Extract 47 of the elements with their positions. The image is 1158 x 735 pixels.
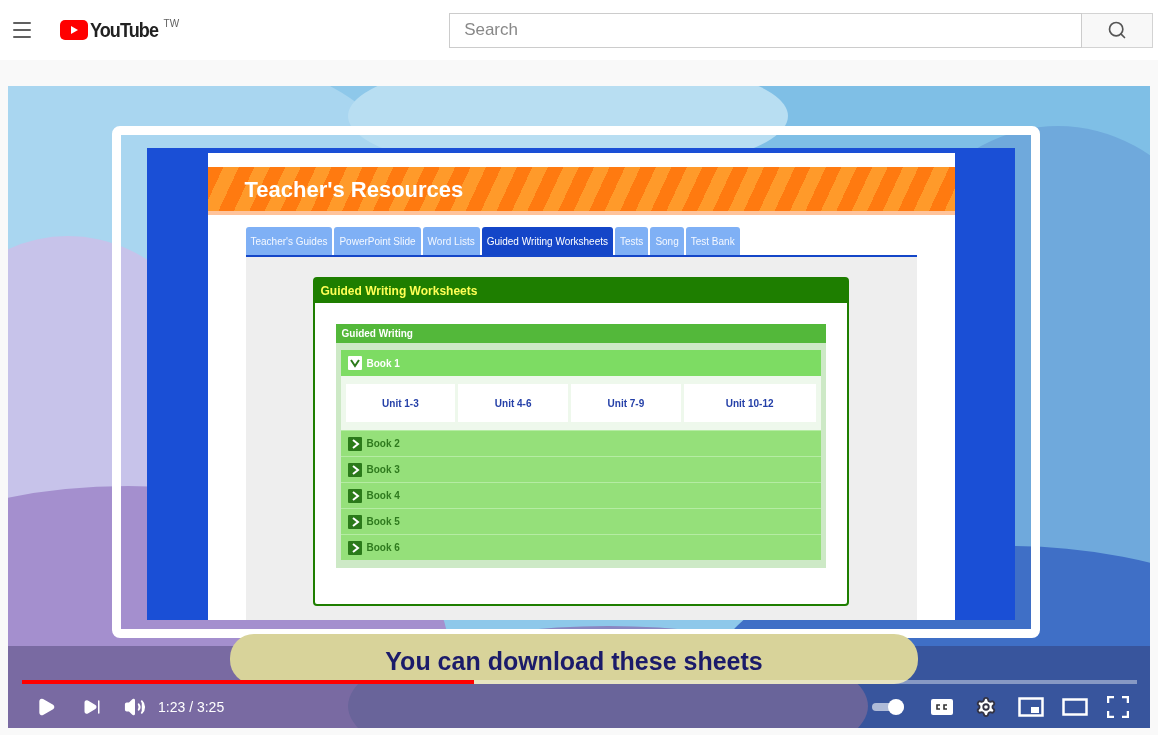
- theater-icon: [1062, 698, 1088, 716]
- tab[interactable]: Guided Writing Worksheets: [481, 227, 614, 255]
- theater-button[interactable]: [1061, 695, 1089, 719]
- miniplayer-icon: [1018, 697, 1044, 717]
- unit-link[interactable]: Unit 7-9: [571, 384, 681, 422]
- tab[interactable]: Teacher's Guides: [245, 227, 333, 255]
- logo[interactable]: YouTube: [60, 15, 166, 45]
- search-field[interactable]: Search: [449, 12, 1083, 48]
- progress-track[interactable]: [22, 680, 1137, 684]
- book-row[interactable]: Book 2: [340, 430, 821, 456]
- tab[interactable]: Test Bank: [685, 227, 740, 255]
- unit-link[interactable]: Unit 1-3: [345, 384, 456, 422]
- book-row[interactable]: Book 6: [340, 534, 821, 560]
- autoplay-toggle[interactable]: [872, 697, 904, 717]
- book-row[interactable]: Book 3: [340, 456, 821, 482]
- settings-button[interactable]: [974, 695, 998, 719]
- next-icon: [83, 698, 101, 716]
- chevron-right-icon: [347, 462, 362, 477]
- caption-box: You can download these sheets: [230, 634, 918, 684]
- fullscreen-icon: [1107, 696, 1129, 718]
- unit-link[interactable]: Unit 10-12: [683, 384, 816, 422]
- book-row[interactable]: Book 5: [340, 508, 821, 534]
- volume-icon: [124, 696, 146, 718]
- time-display: 1:23 / 3:25: [158, 697, 225, 717]
- unit-link[interactable]: Unit 4-6: [458, 384, 569, 422]
- tab[interactable]: PowerPoint Slide: [334, 227, 421, 255]
- book-row[interactable]: Book 4: [340, 482, 821, 508]
- section-title: Guided Writing: [341, 327, 413, 341]
- card-title: Guided Writing Worksheets: [320, 283, 478, 300]
- region-label: TW: [163, 17, 180, 31]
- chevron-right-icon: [347, 514, 362, 529]
- subtitles-icon: [931, 699, 953, 715]
- settings-icon: [975, 696, 997, 718]
- fullscreen-button[interactable]: [1106, 695, 1130, 719]
- title-banner: Teacher's Resources: [207, 167, 955, 215]
- miniplayer-button[interactable]: [1017, 695, 1045, 719]
- search-button[interactable]: [1082, 12, 1154, 48]
- chevron-right-icon: [347, 488, 362, 503]
- tab[interactable]: Song: [650, 227, 684, 255]
- tab[interactable]: Tests: [615, 227, 649, 255]
- play-logo-icon: [60, 20, 88, 40]
- search-icon: [1107, 20, 1128, 40]
- chevron-right-icon: [347, 540, 362, 555]
- chevron-down-icon: [347, 356, 362, 370]
- tab[interactable]: Word Lists: [422, 227, 480, 255]
- chevron-right-icon: [347, 436, 362, 451]
- play-icon: [36, 697, 56, 717]
